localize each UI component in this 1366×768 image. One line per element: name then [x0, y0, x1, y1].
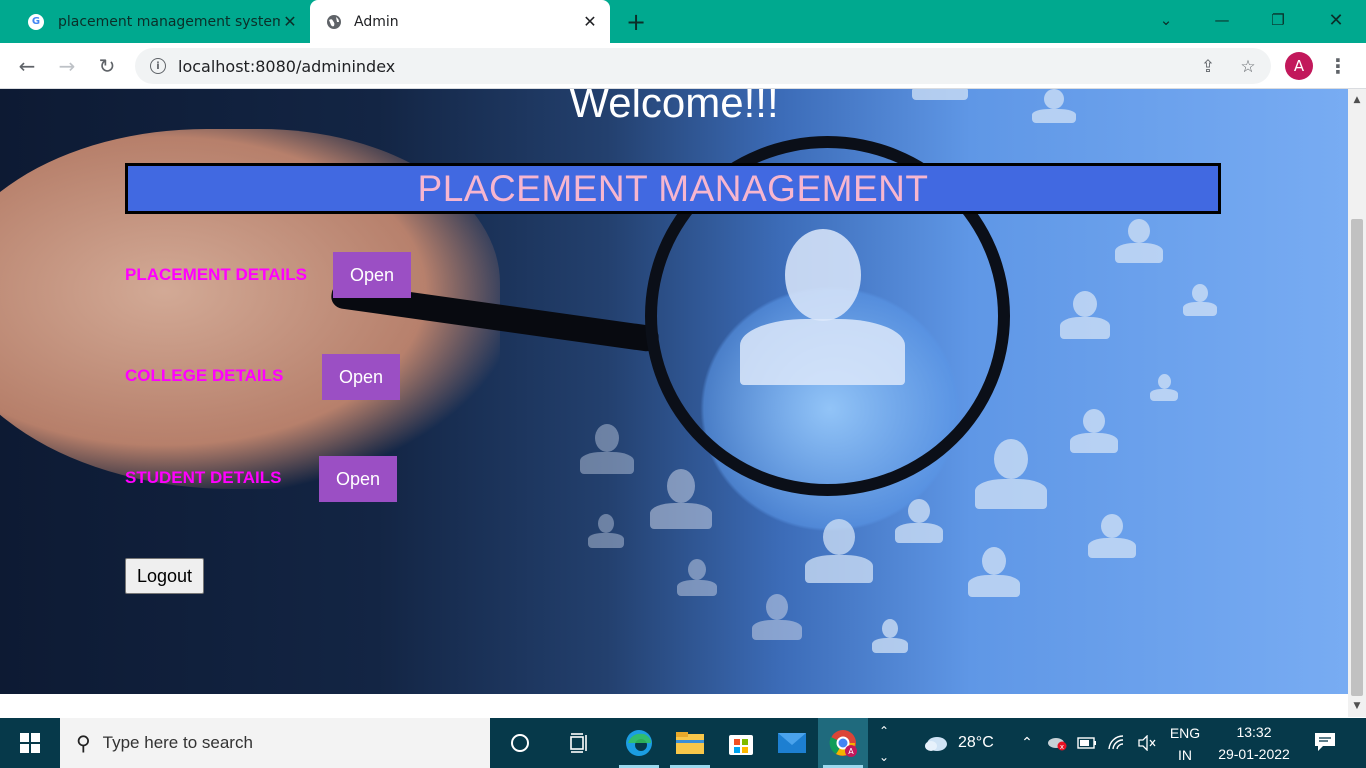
chevron-up-icon[interactable]: ⌃	[1016, 732, 1038, 754]
site-info-icon[interactable]: i	[150, 58, 166, 74]
profile-avatar[interactable]: A	[1285, 52, 1313, 80]
clock-date[interactable]: 29-01-2022	[1212, 746, 1296, 762]
close-icon[interactable]: ✕	[580, 12, 600, 32]
browser-tab-bar: G placement management system ✕ Admin ✕ …	[0, 0, 1366, 43]
person-silhouette-icon	[677, 559, 717, 596]
placement-details-label: PLACEMENT DETAILS	[125, 265, 307, 284]
edge-browser-icon[interactable]	[614, 718, 664, 768]
share-icon[interactable]: ⇪	[1197, 56, 1219, 78]
page-viewport: Welcome!!! PLACEMENT MANAGEMENT PLACEMEN…	[0, 89, 1348, 717]
scroll-up-icon[interactable]: ▲	[1352, 95, 1362, 105]
speaker-muted-icon[interactable]	[1136, 732, 1158, 754]
chevron-down-icon[interactable]: ⌄	[873, 746, 895, 768]
windows-logo-icon	[20, 733, 40, 753]
person-silhouette-icon	[1183, 284, 1217, 316]
scroll-thumb[interactable]	[1351, 219, 1363, 696]
notifications-icon[interactable]	[1312, 731, 1338, 753]
wifi-icon[interactable]	[1106, 732, 1128, 754]
open-college-details-button[interactable]: Open	[322, 354, 400, 400]
person-silhouette-icon	[1060, 291, 1110, 339]
reload-icon[interactable]: ↻	[92, 51, 122, 81]
close-window-button[interactable]: ✕	[1308, 0, 1364, 40]
address-bar[interactable]: i localhost:8080/adminindex ⇪ ☆	[135, 48, 1271, 84]
new-tab-button[interactable]: +	[622, 8, 650, 36]
welcome-heading: Welcome!!!	[569, 89, 779, 126]
logout-button[interactable]: Logout	[125, 558, 204, 594]
person-silhouette-icon	[740, 229, 905, 385]
cortana-icon[interactable]	[495, 718, 545, 768]
college-details-label: COLLEGE DETAILS	[125, 366, 284, 385]
person-silhouette-icon	[1070, 409, 1118, 453]
windows-taskbar: ⚲ Type here to search A ⌃ ⌄ 28°C ⌃ x ENG…	[0, 718, 1366, 768]
person-silhouette-icon	[650, 469, 712, 529]
banner-title: PLACEMENT MANAGEMENT	[417, 167, 929, 209]
weather-temperature[interactable]: 28°C	[958, 734, 994, 752]
person-silhouette-icon	[1115, 219, 1163, 263]
person-silhouette-icon	[975, 439, 1047, 509]
person-silhouette-icon	[1150, 374, 1178, 401]
file-explorer-icon[interactable]	[665, 718, 715, 768]
restore-button[interactable]: ❐	[1250, 0, 1306, 40]
google-g-icon: G	[28, 13, 44, 30]
close-icon[interactable]: ✕	[280, 12, 300, 32]
more-menu-icon[interactable]: ⋮	[1326, 52, 1350, 80]
scroll-down-icon[interactable]: ▼	[1352, 701, 1362, 711]
bookmark-star-icon[interactable]: ☆	[1237, 56, 1259, 78]
tab-search-chevron-icon[interactable]: ⌄	[1138, 0, 1194, 40]
person-silhouette-icon	[752, 594, 802, 640]
open-student-details-button[interactable]: Open	[319, 456, 397, 502]
tab-admin[interactable]: Admin ✕	[310, 0, 610, 43]
globe-icon	[326, 14, 342, 30]
onedrive-error-icon[interactable]: x	[1046, 732, 1068, 754]
chrome-icon[interactable]: A	[818, 718, 868, 768]
tab-title: placement management system	[58, 13, 280, 30]
minimize-button[interactable]: —	[1194, 0, 1250, 40]
page-scrollbar[interactable]: ▲ ▼	[1348, 89, 1366, 717]
task-view-icon[interactable]	[555, 718, 605, 768]
search-icon: ⚲	[76, 731, 91, 755]
region-indicator[interactable]: IN	[1168, 747, 1202, 763]
weather-cloud-icon[interactable]	[922, 732, 950, 754]
person-silhouette-icon	[580, 424, 634, 474]
person-silhouette-icon	[895, 499, 943, 543]
microsoft-store-icon[interactable]	[716, 718, 766, 768]
search-placeholder: Type here to search	[102, 733, 253, 752]
language-indicator[interactable]: ENG	[1168, 725, 1202, 741]
start-button[interactable]	[0, 718, 60, 768]
taskbar-search[interactable]: ⚲ Type here to search	[60, 718, 490, 768]
person-silhouette-icon	[968, 547, 1020, 597]
tab-placement-management[interactable]: G placement management system ✕	[20, 0, 310, 43]
open-placement-details-button[interactable]: Open	[333, 252, 411, 298]
svg-text:x: x	[1060, 743, 1064, 751]
url-text: localhost:8080/adminindex	[178, 56, 396, 76]
student-details-label: STUDENT DETAILS	[125, 468, 282, 487]
person-silhouette-icon	[805, 519, 873, 583]
page-banner: PLACEMENT MANAGEMENT	[125, 163, 1221, 214]
battery-icon[interactable]	[1076, 732, 1098, 754]
back-arrow-icon[interactable]: ←	[12, 51, 42, 81]
clock-time[interactable]: 13:32	[1212, 724, 1296, 740]
person-silhouette-icon	[588, 514, 624, 548]
svg-text:A: A	[848, 747, 854, 756]
browser-toolbar: ← → ↻ i localhost:8080/adminindex ⇪ ☆ A …	[0, 43, 1366, 89]
person-silhouette-icon	[1088, 514, 1136, 558]
person-silhouette-icon	[872, 619, 908, 653]
forward-arrow-icon[interactable]: →	[52, 51, 82, 81]
tab-title: Admin	[354, 13, 399, 30]
mail-icon[interactable]	[767, 718, 817, 768]
show-more-chevron-icon[interactable]: ⌃	[873, 720, 895, 742]
